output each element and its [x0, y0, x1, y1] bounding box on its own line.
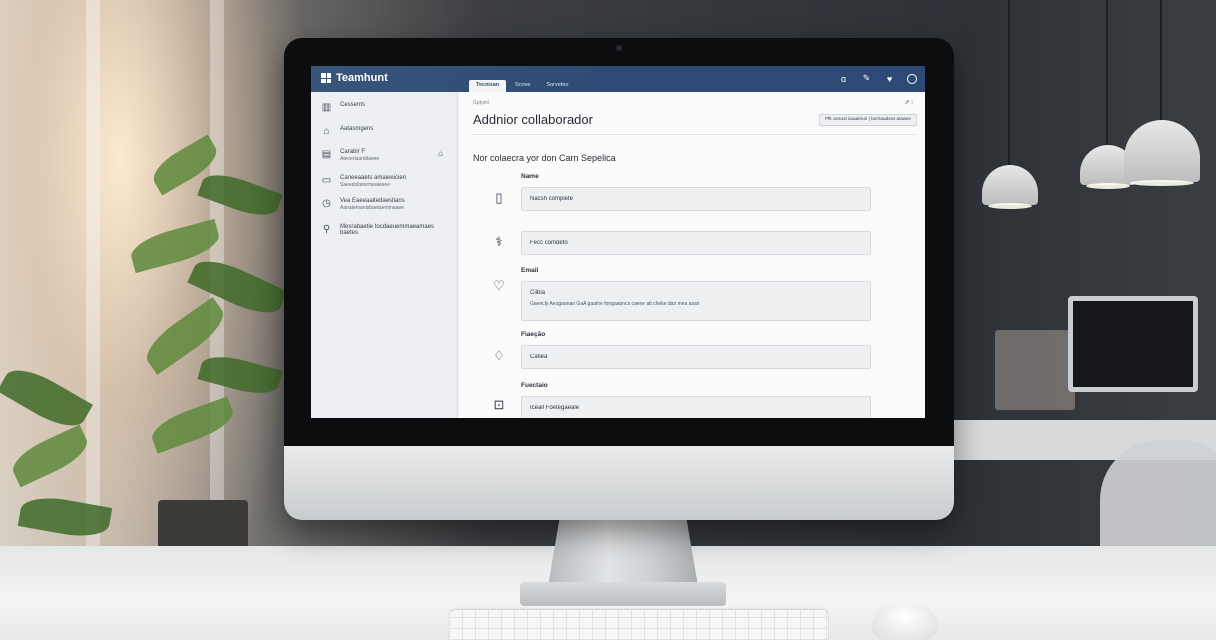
breadcrumb[interactable]: Gptyeti	[473, 100, 489, 106]
hand-heart-icon: ♢	[493, 348, 505, 363]
sidebar-item-cessents[interactable]: ▥ Cessents	[321, 102, 451, 113]
user-search-icon: ⚲	[322, 224, 331, 235]
tab-sorveteo[interactable]: Sorveteo	[539, 80, 575, 92]
app-window: Teamhunt Tecnizan Scrive Sorveteo ɑ ✎ ♥ …	[311, 66, 925, 418]
top-icons: ɑ ✎ ♥	[838, 73, 917, 84]
pendant-lamp	[982, 165, 1038, 209]
sidebar-item-carabir[interactable]: ▤ Carabir F Ateceriaandtaeee ⌂	[321, 149, 451, 162]
background-box	[995, 330, 1075, 410]
sidebar-item-label: Mesrabaetie tocdaeuemmaeamaes baetes	[340, 224, 435, 236]
circle-icon[interactable]	[907, 73, 917, 84]
main-content: Gptyeti ⇗ ⁝ Addnior collaborador Pllt ac…	[459, 92, 925, 418]
field-label-fuectaio: Fuectaio	[521, 382, 548, 389]
stethoscope-icon: ⚕	[495, 234, 503, 249]
tab-tecnizan[interactable]: Tecnizan	[469, 80, 507, 92]
monitor-icon: ▭	[321, 175, 332, 186]
divider	[473, 134, 917, 135]
sidebar-item-sublabel: Aanatemanisbaetaemmaaee	[340, 205, 404, 211]
sidebar: ▥ Cessents ⌂ Aatasmgens ▤ Carabir F Atec…	[311, 92, 458, 418]
pendant-lamp	[1124, 120, 1200, 186]
field-label-email: Email	[521, 267, 539, 274]
page-title: Addnior collaborador	[473, 112, 593, 127]
tab-scrive[interactable]: Scrive	[508, 80, 537, 92]
top-navigation-bar: Teamhunt Tecnizan Scrive Sorveteo ɑ ✎ ♥	[311, 66, 925, 92]
camera-icon	[616, 45, 622, 51]
keyboard	[450, 610, 828, 640]
header-action-button[interactable]: Pllt acsust iiaaaieuri | lacrtaadeat ata…	[818, 114, 917, 126]
section-title: Nor colaecra yor don Carn Sepelica	[473, 153, 616, 163]
building-icon: ⌂	[323, 126, 330, 137]
background-monitor	[1068, 296, 1198, 392]
id-card-icon: ▯	[495, 190, 503, 205]
sidebar-item-label: Aatasmgens	[340, 126, 374, 132]
chart-bar-icon: ▥	[321, 102, 332, 113]
full-name-input[interactable]	[521, 231, 871, 255]
sidebar-item-sublabel: Ateceriaandtaeee	[340, 156, 380, 162]
sidebar-item-label: Caneeaaets amaieeicien	[340, 175, 407, 181]
sidebar-item-label: Vea Eaeeaaitedaestians	[340, 198, 405, 204]
field-label-name: Name	[521, 173, 539, 180]
tab-bar: Tecnizan Scrive Sorveteo	[469, 80, 575, 92]
app-brand[interactable]: Teamhunt	[321, 72, 388, 84]
lamp-cord	[1008, 0, 1010, 165]
window-light	[0, 0, 300, 640]
monitor-stand	[548, 516, 698, 586]
monitor-stand-base	[520, 582, 726, 606]
sidebar-item-label: Cessents	[340, 102, 366, 108]
sidebar-item-vea[interactable]: ◷ Vea Eaeeaaitedaestians Aanatemanisbaet…	[321, 198, 451, 211]
info-icon[interactable]: ɑ	[838, 73, 849, 84]
clock-icon: ◷	[322, 198, 331, 209]
heart-hand-icon: ♡	[493, 278, 505, 293]
fuectaio-input[interactable]	[521, 396, 871, 418]
sidebar-item-aatasmgens[interactable]: ⌂ Aatasmgens	[321, 126, 451, 137]
home-icon[interactable]: ⌂	[438, 149, 443, 158]
calendar-icon: ▤	[321, 149, 332, 160]
sidebar-item-mesrabaetie[interactable]: ⚲ Mesrabaetie tocdaeuemmaeamaes baetes	[321, 224, 451, 236]
sidebar-item-label: Carabir F	[340, 149, 366, 155]
mouse	[872, 604, 938, 640]
lamp-cord	[1160, 0, 1162, 120]
sidebar-item-sublabel: Saeedoltanemeaieeee	[340, 182, 391, 188]
funcao-input[interactable]	[521, 345, 871, 369]
email-field-helper: Gaeecly Aeugaanan GaA gaatne fongaaoncs …	[530, 301, 700, 307]
monitor-chin	[284, 446, 954, 520]
email-field-value: Ciibia	[530, 290, 546, 296]
app-title: Teamhunt	[336, 72, 388, 84]
pen-icon[interactable]: ✎	[861, 73, 872, 84]
easel-icon: ⊡	[493, 397, 505, 412]
grid-logo-icon	[321, 73, 331, 83]
name-input[interactable]	[521, 187, 871, 211]
header-actions[interactable]: ⇗ ⁝	[904, 99, 913, 106]
lamp-cord	[1106, 0, 1108, 145]
heart-icon[interactable]: ♥	[884, 73, 895, 84]
field-label-funcao: Fiaeção	[521, 331, 546, 338]
sidebar-item-caneeaaets[interactable]: ▭ Caneeaaets amaieeicien Saeedoltanemeai…	[321, 175, 451, 188]
email-field[interactable]: Ciibia Gaeecly Aeugaanan GaA gaatne fong…	[521, 281, 871, 321]
window-frame	[86, 0, 100, 560]
